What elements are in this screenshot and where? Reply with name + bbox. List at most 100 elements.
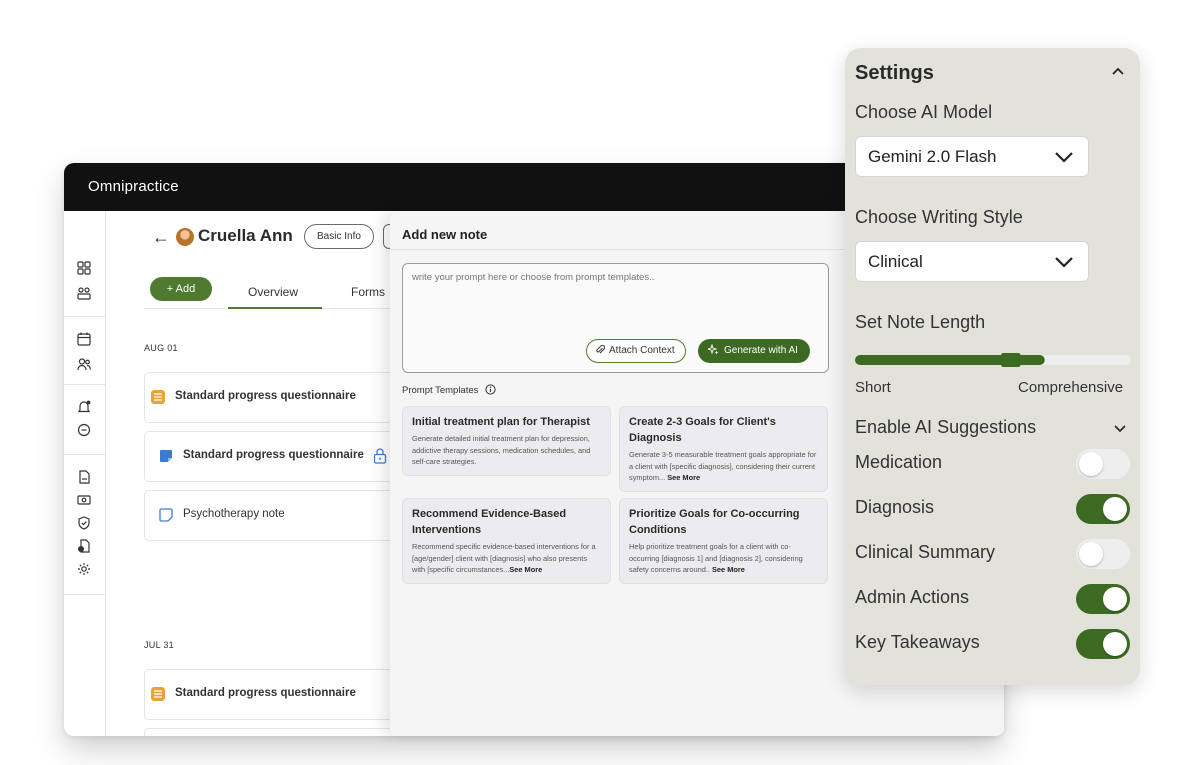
avatar <box>176 228 194 246</box>
length-max-label: Comprehensive <box>1018 379 1124 396</box>
writing-style-value: Clinical <box>868 252 923 271</box>
template-card-title: Initial treatment plan for Therapist <box>412 416 590 428</box>
see-more-link[interactable]: See More <box>712 565 745 574</box>
key-takeaways-toggle[interactable] <box>1076 629 1130 659</box>
toggle-label-medication: Medication <box>855 452 943 472</box>
template-card-title: Recommend Evidence-Based Interventions <box>412 508 567 536</box>
ai-model-label: Choose AI Model <box>855 102 993 122</box>
prompt-input[interactable] <box>412 272 812 283</box>
chevron-up-icon[interactable] <box>1111 66 1125 76</box>
patient-name: Cruella Ann <box>198 226 293 245</box>
tab-forms[interactable]: Forms <box>351 285 385 299</box>
add-button[interactable]: + Add <box>150 277 212 301</box>
note-length-slider[interactable] <box>855 353 1131 367</box>
chevron-down-icon <box>1055 152 1073 163</box>
nav-group-main <box>64 211 106 317</box>
paperclip-icon <box>596 344 605 354</box>
toggle-label-clinical-summary: Clinical Summary <box>855 542 996 562</box>
note-icon <box>160 450 172 462</box>
timeline-row[interactable]: Standard progress questionnaire <box>144 669 404 720</box>
bill-icon[interactable] <box>77 470 91 484</box>
note-outline-icon <box>159 508 173 522</box>
clients-icon[interactable] <box>77 286 91 300</box>
panel-title: Add new note <box>402 227 488 242</box>
questionnaire-icon <box>151 687 165 701</box>
template-card-description: Help prioritize treatment goals for a cl… <box>629 541 818 576</box>
admin-actions-toggle[interactable] <box>1076 584 1130 614</box>
generate-ai-button[interactable]: Generate with AI <box>698 339 810 363</box>
ai-suggestions-label: Enable AI Suggestions <box>855 417 1037 437</box>
toggle-label-key-takeaways: Key Takeaways <box>855 632 980 652</box>
prompt-box: Attach Context Generate with AI <box>402 263 829 373</box>
toggle-knob <box>1079 452 1103 476</box>
medication-toggle[interactable] <box>1076 449 1130 479</box>
template-card-title: Prioritize Goals for Co-occurring Condit… <box>629 508 800 536</box>
sparkle-icon <box>708 344 719 355</box>
questionnaire-icon <box>151 390 165 404</box>
dashboard-icon[interactable] <box>77 261 91 275</box>
ai-model-select[interactable]: Gemini 2.0 Flash <box>855 136 1089 177</box>
slider-thumb[interactable] <box>999 353 1022 367</box>
template-card-description: Generate 3-5 measurable treatment goals … <box>629 449 818 484</box>
template-card-description-text: Generate detailed initial treatment plan… <box>412 434 591 466</box>
toggle-knob <box>1103 587 1127 611</box>
basic-info-button[interactable]: Basic Info <box>304 224 374 249</box>
timeline-row[interactable]: Standard progress questionnaire <box>144 431 404 482</box>
timeline-row[interactable]: Standard progress questionnaire <box>144 372 404 423</box>
tab-overview[interactable]: Overview <box>248 285 298 299</box>
toggle-knob <box>1103 497 1127 521</box>
template-card-title: Create 2-3 Goals for Client's Diagnosis <box>629 416 776 444</box>
app-logo[interactable]: Omnipractice <box>88 178 179 195</box>
nav-rail <box>64 211 106 736</box>
generate-ai-label: Generate with AI <box>724 345 798 356</box>
chevron-down-icon[interactable] <box>1113 424 1127 433</box>
toggle-label-diagnosis: Diagnosis <box>855 497 935 517</box>
prompt-templates-heading: Prompt Templates <box>402 384 496 396</box>
settings-panel: Settings Choose AI Model Gemini 2.0 Flas… <box>845 48 1140 685</box>
template-card[interactable]: Create 2-3 Goals for Client's Diagnosis … <box>619 406 828 492</box>
diagnosis-toggle[interactable] <box>1076 494 1130 524</box>
settings-title: Settings <box>855 62 934 84</box>
see-more-link[interactable]: See More <box>509 565 542 574</box>
shield-icon[interactable] <box>77 516 91 530</box>
template-card[interactable]: Initial treatment plan for Therapist Gen… <box>402 406 611 476</box>
gear-icon[interactable] <box>77 562 91 576</box>
writing-style-select[interactable]: Clinical <box>855 241 1089 282</box>
nav-group-schedule <box>64 317 106 385</box>
template-card[interactable]: Recommend Evidence-Based Interventions R… <box>402 498 611 584</box>
clinical-summary-toggle[interactable] <box>1076 539 1130 569</box>
template-card[interactable]: Prioritize Goals for Co-occurring Condit… <box>619 498 828 584</box>
length-min-label: Short <box>855 379 891 396</box>
see-more-link[interactable]: See More <box>667 473 700 482</box>
writing-style-label: Choose Writing Style <box>855 207 1023 227</box>
timeline-row[interactable] <box>144 728 404 736</box>
active-tab-indicator <box>228 307 322 309</box>
document-check-icon[interactable] <box>77 539 91 553</box>
notification-icon[interactable] <box>77 400 91 414</box>
timeline-row[interactable]: Psychotherapy note <box>144 490 404 541</box>
users-icon[interactable] <box>77 357 91 371</box>
toggle-label-admin-actions: Admin Actions <box>855 587 970 607</box>
attach-context-label: Attach Context <box>609 345 675 356</box>
template-card-description-text: Generate 3-5 measurable treatment goals … <box>629 450 817 482</box>
chat-icon[interactable] <box>77 423 91 437</box>
toggle-knob <box>1103 632 1127 656</box>
timeline-row-label: Psychotherapy note <box>183 508 285 520</box>
prompt-templates-label: Prompt Templates <box>402 385 479 396</box>
timeline-row-label: Standard progress questionnaire <box>183 449 364 461</box>
chevron-down-icon <box>1055 257 1073 268</box>
attach-context-button[interactable]: Attach Context <box>586 339 686 363</box>
template-card-description: Generate detailed initial treatment plan… <box>412 433 601 468</box>
calendar-icon[interactable] <box>77 332 91 346</box>
note-length-label: Set Note Length <box>855 312 986 332</box>
template-card-description-text: Recommend specific evidence-based interv… <box>412 542 596 574</box>
template-card-description: Recommend specific evidence-based interv… <box>412 541 601 576</box>
back-arrow-icon[interactable]: ← <box>152 227 170 248</box>
date-header: AUG 01 <box>144 343 178 353</box>
timeline-row-label: Standard progress questionnaire <box>175 390 356 402</box>
payment-icon[interactable] <box>77 493 91 507</box>
nav-group-admin <box>64 455 106 595</box>
nav-group-messages <box>64 385 106 455</box>
date-header: JUL 31 <box>144 640 174 650</box>
info-icon[interactable] <box>485 384 496 395</box>
